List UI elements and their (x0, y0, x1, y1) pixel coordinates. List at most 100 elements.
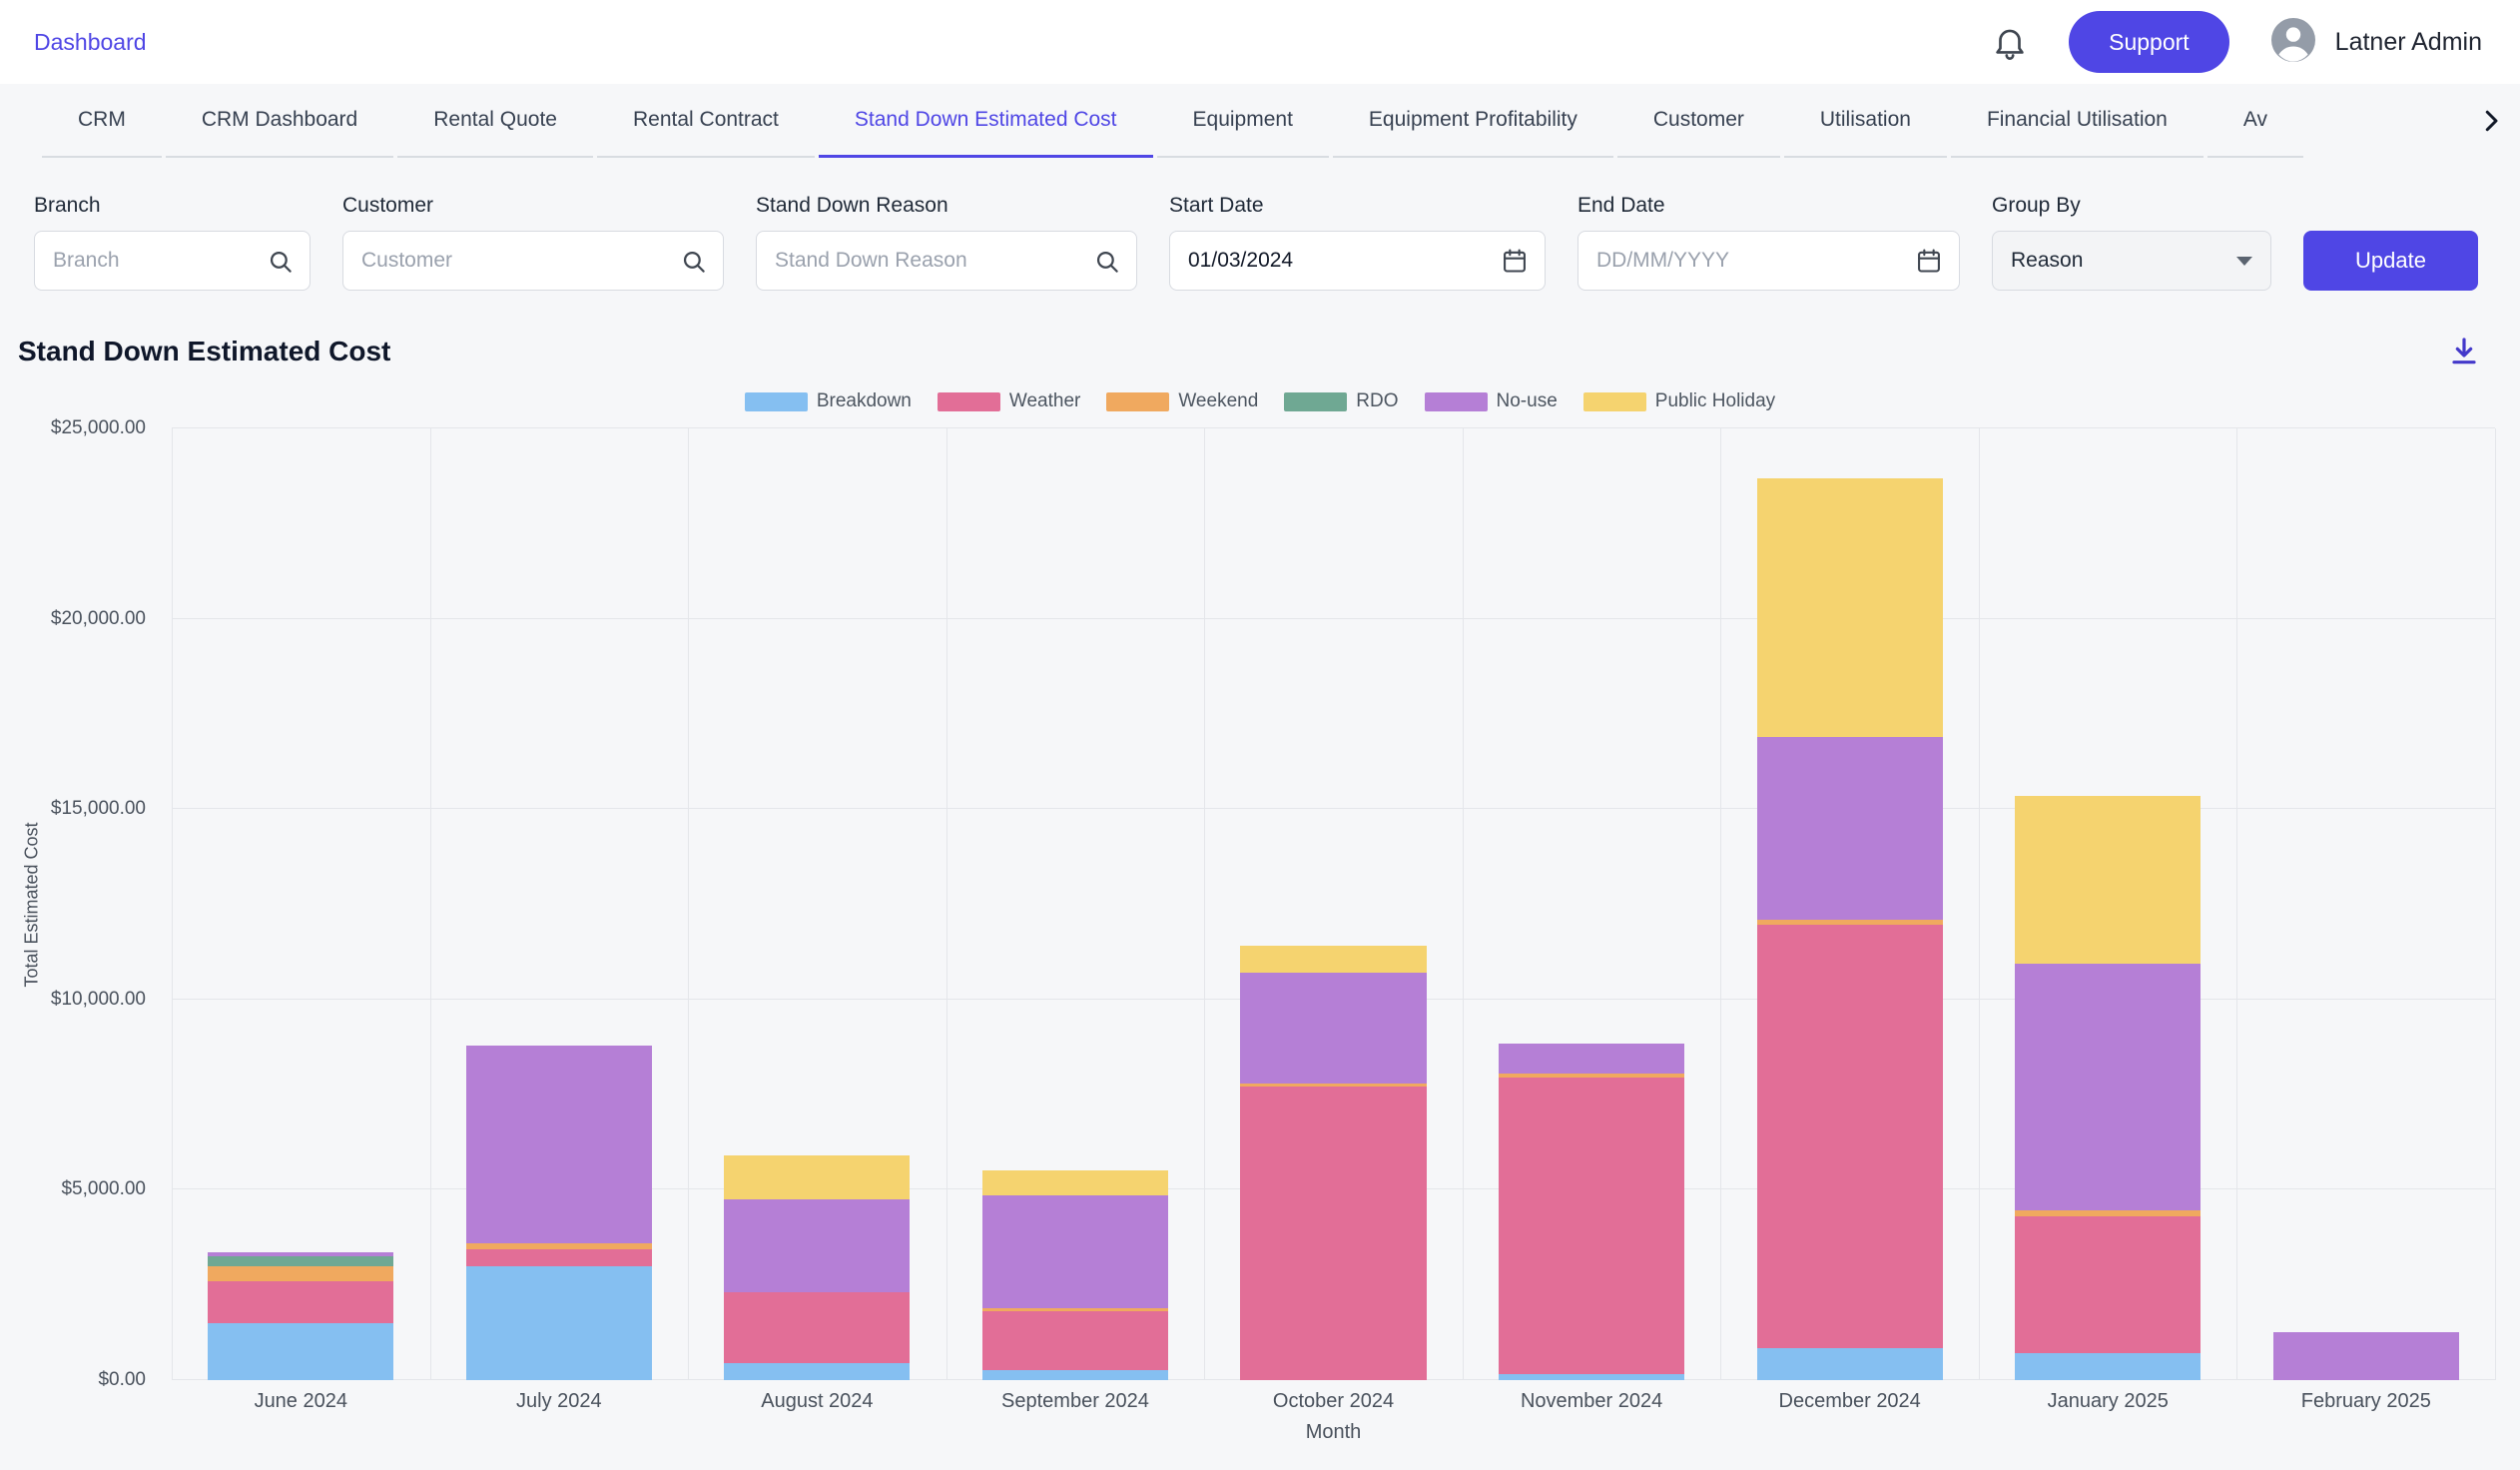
bar-segment-breakdown (724, 1363, 910, 1380)
stand-down-reason-label: Stand Down Reason (756, 194, 1137, 218)
legend-swatch (938, 392, 1000, 411)
update-button[interactable]: Update (2303, 231, 2478, 291)
tab-crm[interactable]: CRM (42, 84, 162, 158)
bar-segment-no-use (466, 1046, 652, 1243)
header-actions: Support Latner Admin (1991, 11, 2482, 73)
bar-segment-no-use (1757, 737, 1943, 920)
search-icon[interactable] (1093, 248, 1120, 275)
calendar-icon[interactable] (1501, 247, 1529, 275)
end-date-input[interactable] (1578, 232, 1959, 290)
bar-segment-breakdown (208, 1323, 393, 1380)
bar-stack (1757, 428, 1943, 1380)
tab-equipment[interactable]: Equipment (1157, 84, 1329, 158)
bar-stack (466, 428, 652, 1380)
bar-segment-no-use (2015, 964, 2201, 1211)
stand-down-reason-input[interactable] (757, 232, 1136, 290)
bar-column-december-2024 (1720, 428, 1979, 1380)
y-axis-tick-label: $15,000.00 (51, 798, 146, 820)
start-date-input[interactable] (1170, 232, 1545, 290)
stand-down-reason-field: Stand Down Reason (756, 194, 1137, 291)
top-header: Dashboard Support Latner Admin (0, 0, 2520, 84)
tab-equipment-profitability[interactable]: Equipment Profitability (1333, 84, 1613, 158)
tab-crm-dashboard[interactable]: CRM Dashboard (166, 84, 393, 158)
legend-item-weather[interactable]: Weather (938, 390, 1080, 412)
download-icon[interactable] (2448, 336, 2480, 368)
group-by-select[interactable]: Reason (1992, 231, 2271, 291)
tab-rental-quote[interactable]: Rental Quote (397, 84, 593, 158)
tab-bar: CRMCRM DashboardRental QuoteRental Contr… (0, 84, 2520, 158)
bar-stack (982, 428, 1168, 1380)
y-axis-tick-label: $10,000.00 (51, 989, 146, 1011)
tab-utilisation[interactable]: Utilisation (1784, 84, 1947, 158)
branch-field: Branch (34, 194, 311, 291)
x-axis-tick-label: September 2024 (946, 1390, 1205, 1413)
bar-segment-weather (982, 1311, 1168, 1370)
bar-segment-public-holiday (982, 1170, 1168, 1195)
end-date-label: End Date (1577, 194, 1960, 218)
user-menu[interactable]: Latner Admin (2269, 16, 2482, 69)
y-axis-tick-label: $0.00 (98, 1369, 146, 1391)
x-axis-tick-label: November 2024 (1463, 1390, 1721, 1413)
tab-stand-down-estimated-cost[interactable]: Stand Down Estimated Cost (819, 84, 1153, 158)
bar-column-september-2024 (946, 428, 1205, 1380)
bar-stack (2015, 428, 2201, 1380)
legend-swatch (1425, 392, 1488, 411)
tab-av[interactable]: Av (2207, 84, 2303, 158)
bar-segment-weekend (208, 1266, 393, 1281)
bar-column-july-2024 (430, 428, 689, 1380)
legend-item-weekend[interactable]: Weekend (1106, 390, 1258, 412)
chart-section-header: Stand Down Estimated Cost (0, 291, 2520, 372)
customer-field: Customer (342, 194, 724, 291)
customer-input[interactable] (343, 232, 723, 290)
group-by-value: Reason (2011, 249, 2083, 273)
legend-label: Weather (1009, 390, 1080, 412)
x-axis-tick-label: June 2024 (172, 1390, 430, 1413)
bar-column-october-2024 (1204, 428, 1463, 1380)
bar-column-june-2024 (172, 428, 430, 1380)
legend-label: No-use (1497, 390, 1558, 412)
x-axis-tick-label: August 2024 (688, 1390, 946, 1413)
bar-column-february-2025 (2236, 428, 2495, 1380)
legend-item-no-use[interactable]: No-use (1425, 390, 1558, 412)
search-icon[interactable] (267, 248, 294, 275)
bar-segment-public-holiday (724, 1155, 910, 1199)
calendar-icon[interactable] (1915, 247, 1943, 275)
bar-segment-weather (466, 1249, 652, 1266)
legend-swatch (1284, 392, 1347, 411)
search-icon[interactable] (680, 248, 707, 275)
bar-segment-no-use (982, 1195, 1168, 1307)
bar-segment-rdo (208, 1256, 393, 1266)
caret-down-icon (2236, 257, 2252, 266)
tab-rental-contract[interactable]: Rental Contract (597, 84, 815, 158)
bar-stack (2273, 428, 2459, 1380)
tab-customer[interactable]: Customer (1617, 84, 1780, 158)
chart-plot-area (172, 428, 2495, 1380)
bar-stack (1499, 428, 1684, 1380)
legend-item-breakdown[interactable]: Breakdown (745, 390, 912, 412)
filter-bar: Branch Customer Stand Down Reason (0, 158, 2520, 291)
tab-financial-utilisation[interactable]: Financial Utilisation (1951, 84, 2204, 158)
group-by-field: Group By Reason (1992, 194, 2271, 291)
y-axis-tick-label: $20,000.00 (51, 608, 146, 630)
notification-bell-icon[interactable] (1991, 23, 2029, 61)
tab-list: CRMCRM DashboardRental QuoteRental Contr… (40, 84, 2462, 158)
dashboard-link[interactable]: Dashboard (34, 29, 147, 56)
branch-label: Branch (34, 194, 311, 218)
customer-label: Customer (342, 194, 724, 218)
x-axis-tick-label: January 2025 (1979, 1390, 2237, 1413)
legend-swatch (745, 392, 808, 411)
bar-segment-breakdown (1499, 1374, 1684, 1380)
bar-segment-public-holiday (2015, 796, 2201, 964)
bar-segment-weather (2015, 1216, 2201, 1353)
start-date-label: Start Date (1169, 194, 1546, 218)
stacked-bar-chart: Total Estimated Cost $0.00$5,000.00$10,0… (0, 428, 2520, 1380)
group-by-label: Group By (1992, 194, 2271, 218)
bar-segment-breakdown (2015, 1353, 2201, 1380)
chevron-right-icon[interactable] (2462, 84, 2520, 158)
support-button[interactable]: Support (2069, 11, 2229, 73)
legend-item-rdo[interactable]: RDO (1284, 390, 1398, 412)
bar-column-august-2024 (688, 428, 946, 1380)
bar-column-january-2025 (1979, 428, 2237, 1380)
bar-segment-weather (1499, 1078, 1684, 1374)
legend-item-public-holiday[interactable]: Public Holiday (1583, 390, 1775, 412)
